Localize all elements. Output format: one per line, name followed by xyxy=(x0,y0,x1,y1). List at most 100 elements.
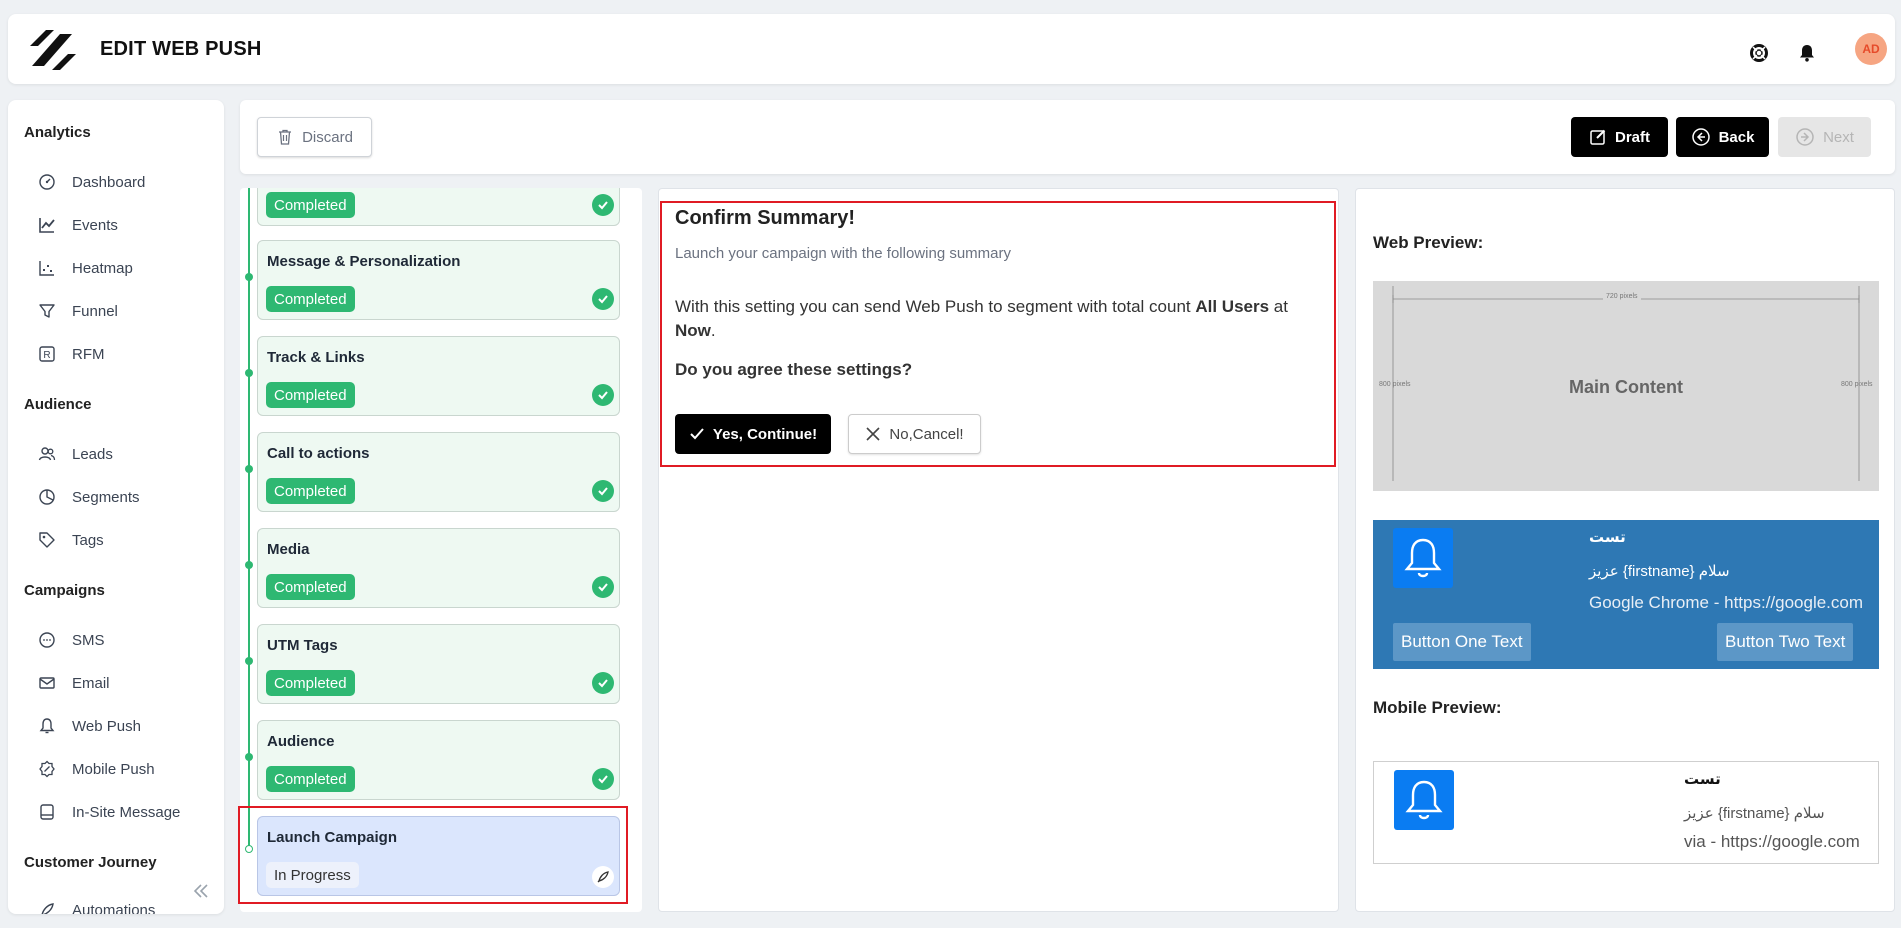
pie-chart-icon xyxy=(39,489,55,505)
cancel-label: No,Cancel! xyxy=(889,425,964,443)
user-avatar[interactable]: AD xyxy=(1855,33,1887,65)
sidebar-item-heatmap[interactable]: Heatmap xyxy=(38,254,218,282)
status-badge: Completed xyxy=(266,286,355,312)
timeline-dot xyxy=(245,753,253,761)
sidebar-item-label: SMS xyxy=(72,631,105,649)
step-card-media[interactable]: Media Completed xyxy=(257,528,620,608)
sidebar-item-label: Email xyxy=(72,674,110,692)
sidebar-item-rfm[interactable]: R RFM xyxy=(38,340,218,368)
next-button[interactable]: Next xyxy=(1778,117,1871,157)
preview-panel: Web Preview: 720 pixels 800 pixels 800 p… xyxy=(1355,188,1895,912)
notification-button-two[interactable]: Button Two Text xyxy=(1717,623,1854,661)
step-title: Media xyxy=(267,541,310,558)
notification-site: via - https://google.com xyxy=(1684,832,1860,851)
back-label: Back xyxy=(1718,128,1755,146)
check-circle-icon xyxy=(592,576,614,598)
lifebuoy-icon[interactable] xyxy=(1748,42,1770,64)
step-title: Track & Links xyxy=(267,349,365,366)
check-circle-icon xyxy=(592,672,614,694)
next-label: Next xyxy=(1823,128,1854,146)
step-card-track-links[interactable]: Track & Links Completed xyxy=(257,336,620,416)
cancel-button[interactable]: No,Cancel! xyxy=(848,414,981,454)
sidebar-item-funnel[interactable]: Funnel xyxy=(38,297,218,325)
timeline-dot xyxy=(245,273,253,281)
check-circle-icon xyxy=(592,194,614,216)
arrow-right-circle-icon xyxy=(1796,128,1814,146)
sidebar-item-tags[interactable]: Tags xyxy=(38,526,218,554)
sidebar-item-label: Tags xyxy=(72,531,104,549)
summary-text-part: . xyxy=(710,321,716,340)
sidebar-item-mobile-push[interactable]: Mobile Push xyxy=(38,755,218,783)
status-badge: Completed xyxy=(266,574,355,600)
timeline-dot xyxy=(245,561,253,569)
notification-bell-icon xyxy=(1394,770,1454,830)
check-circle-icon xyxy=(592,288,614,310)
sidebar-item-label: Mobile Push xyxy=(72,760,155,778)
draft-label: Draft xyxy=(1614,128,1650,146)
confirm-label: Yes, Continue! xyxy=(712,425,818,443)
envelope-icon xyxy=(39,677,55,689)
step-card-message-personalization[interactable]: Message & Personalization Completed xyxy=(257,240,620,320)
steps-timeline xyxy=(248,188,250,848)
status-badge: Completed xyxy=(266,670,355,696)
confirm-button[interactable]: Yes, Continue! xyxy=(675,414,831,454)
section-title-audience: Audience xyxy=(24,396,92,413)
summary-text-part: at xyxy=(1269,297,1288,316)
rocket-icon xyxy=(41,903,54,914)
section-title-customer-journey: Customer Journey xyxy=(24,854,157,871)
sidebar-item-web-push[interactable]: Web Push xyxy=(38,712,218,740)
check-circle-icon xyxy=(592,480,614,502)
discard-label: Discard xyxy=(302,128,353,146)
section-title-analytics: Analytics xyxy=(24,124,91,141)
step-card-utm-tags[interactable]: UTM Tags Completed xyxy=(257,624,620,704)
funnel-icon xyxy=(39,304,55,318)
notification-site: Google Chrome - https://google.com xyxy=(1589,593,1864,612)
check-circle-icon xyxy=(592,384,614,406)
sidebar-item-label: Heatmap xyxy=(72,259,133,277)
timeline-dot xyxy=(245,369,253,377)
highlight-frame-launch-step xyxy=(238,806,628,904)
notification-button-one[interactable]: Button One Text xyxy=(1393,623,1531,661)
sidebar: Analytics Dashboard Events Heatmap Funne… xyxy=(8,100,224,914)
step-card-previous[interactable]: Completed xyxy=(257,188,620,226)
scatter-chart-icon xyxy=(39,261,54,276)
sidebar-item-label: Dashboard xyxy=(72,173,146,191)
step-title: Call to actions xyxy=(267,445,370,462)
sidebar-item-label: Leads xyxy=(72,445,113,463)
sidebar-item-segments[interactable]: Segments xyxy=(38,483,218,511)
summary-text-part: With this setting you can send Web Push … xyxy=(675,297,1196,316)
summary-title: Confirm Summary! xyxy=(675,207,856,229)
summary-text: With this setting you can send Web Push … xyxy=(675,295,1295,343)
step-card-audience[interactable]: Audience Completed xyxy=(257,720,620,800)
notification-body: عزیز {firstname} سلام xyxy=(1589,563,1730,580)
notification-body: عزیز {firstname} سلام xyxy=(1684,805,1825,822)
status-badge: Completed xyxy=(266,478,355,504)
back-button[interactable]: Back xyxy=(1676,117,1769,157)
chat-bubble-icon xyxy=(39,632,55,648)
notification-bell-icon[interactable] xyxy=(1796,42,1818,64)
sidebar-item-email[interactable]: Email xyxy=(38,669,218,697)
sidebar-item-events[interactable]: Events xyxy=(38,211,218,239)
status-badge: Completed xyxy=(266,382,355,408)
sidebar-item-in-site-message[interactable]: In-Site Message xyxy=(38,798,218,826)
sidebar-item-dashboard[interactable]: Dashboard xyxy=(38,168,218,196)
web-preview-label: Web Preview: xyxy=(1373,233,1484,252)
app-header: EDIT WEB PUSH AD xyxy=(8,14,1895,84)
collapse-sidebar-icon[interactable] xyxy=(190,880,212,902)
edit-icon xyxy=(1590,129,1606,145)
sidebar-item-leads[interactable]: Leads xyxy=(38,440,218,468)
sidebar-item-sms[interactable]: SMS xyxy=(38,626,218,654)
check-icon xyxy=(690,428,704,440)
discard-button[interactable]: Discard xyxy=(257,117,372,157)
trash-icon xyxy=(279,129,292,145)
step-card-call-to-actions[interactable]: Call to actions Completed xyxy=(257,432,620,512)
sidebar-item-label: Segments xyxy=(72,488,140,506)
draft-button[interactable]: Draft xyxy=(1571,117,1668,157)
window-icon xyxy=(40,804,54,820)
summary-question: Do you agree these settings? xyxy=(675,360,913,379)
status-badge: Completed xyxy=(266,766,355,792)
web-page-mockup: 720 pixels 800 pixels 800 pixels Main Co… xyxy=(1373,281,1879,491)
timeline-dot xyxy=(245,657,253,665)
section-title-campaigns: Campaigns xyxy=(24,582,105,599)
page-title: EDIT WEB PUSH xyxy=(100,38,262,60)
